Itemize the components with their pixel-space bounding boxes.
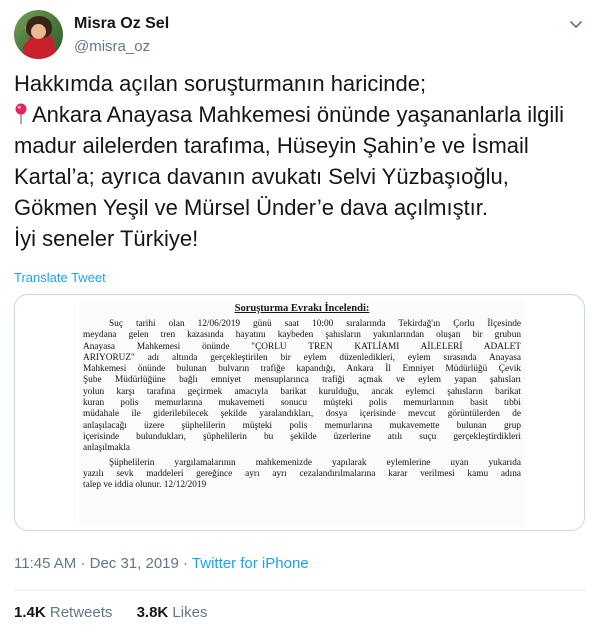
document-line: müdahale ile giderilebilecek şekilde yar…	[83, 409, 521, 420]
avatar-shirt	[23, 39, 55, 59]
likes-stat[interactable]: 3.8K Likes	[137, 604, 208, 621]
translate-tweet-link[interactable]: Translate Tweet	[14, 270, 106, 285]
pushpin-icon	[15, 103, 27, 124]
tweet-line: Gökmen Yeşil ve Mürsel Ünder’e dava açıl…	[14, 195, 489, 220]
document-line: yolun karşı tarafına geçirmek amacıyla b…	[83, 386, 521, 397]
document-line: ARIYORUZ" adı altında gerçekleştirilen b…	[83, 352, 521, 363]
meta-separator: ·	[80, 555, 86, 572]
document-body: Suç tarihi olan 12/06/2019 günü saat 10:…	[83, 319, 521, 491]
tweet-source-link[interactable]: Twitter for iPhone	[192, 555, 309, 572]
attached-image[interactable]: Soruşturma Evrakı İncelendi: Suç tarihi …	[14, 294, 585, 531]
document-scan: Soruşturma Evrakı İncelendi: Suç tarihi …	[79, 301, 525, 525]
retweets-count: 1.4K	[14, 604, 46, 621]
document-line: içerisinde bulundukları, şüphelilerin bu…	[83, 431, 521, 442]
document-line: Şube Müdürlüğüne bağlı emniyet mensuplar…	[83, 375, 521, 386]
tweet-line: madur ailelerden tarafıma, Hüseyin Şahin…	[14, 133, 529, 158]
document-line: meydana gelen tren kazasında hayatını ka…	[83, 330, 521, 341]
tweet-date[interactable]: Dec 31, 2019	[90, 555, 179, 572]
document-line: Anayasa Mahkemesi önünde "ÇORLU TREN KAT…	[83, 341, 521, 352]
avatar[interactable]	[14, 10, 63, 59]
retweets-stat[interactable]: 1.4K Retweets	[14, 604, 112, 621]
document-line: talep ve iddia olunur. 12/12/2019	[83, 480, 207, 491]
document-line: Suç tarihi olan 12/06/2019 günü saat 10:…	[109, 319, 521, 329]
document-title: Soruşturma Evrakı İncelendi:	[234, 303, 370, 314]
author-display-name[interactable]: Misra Oz Sel	[74, 15, 169, 33]
document-line: kuran polis memurlarına mukavemeti sonuc…	[83, 398, 521, 409]
meta-separator: ·	[183, 555, 189, 572]
likes-label: Likes	[172, 604, 208, 621]
tweet-line-with-pin: Ankara Anayasa Mahkemesi önünde yaşananl…	[14, 99, 586, 130]
tweet-line: Hakkımda açılan soruşturmanın haricinde;	[14, 71, 427, 96]
divider	[14, 590, 586, 591]
tweet-text: Hakkımda açılan soruşturmanın haricinde;…	[14, 68, 586, 254]
author-handle[interactable]: @misra_oz	[74, 38, 150, 55]
tweet-stats: 1.4K Retweets 3.8K Likes	[14, 604, 207, 621]
tweet-line: İyi seneler Türkiye!	[14, 226, 199, 251]
tweet-line: Kartal’a; ayrıca davanın avukatı Selvi Y…	[14, 164, 509, 189]
document-line: Şüphelilerin yargılamalarının mahkemeniz…	[109, 457, 521, 468]
document-line: anlaşılmakla	[83, 443, 130, 454]
avatar-face	[31, 24, 46, 39]
tweet-time[interactable]: 11:45 AM	[14, 555, 76, 572]
chevron-down-icon[interactable]	[566, 14, 586, 34]
retweets-label: Retweets	[49, 604, 113, 621]
document-line: anlaşılacağı üzere şüphelilerin müşteki …	[83, 420, 521, 431]
likes-count: 3.8K	[136, 604, 169, 621]
document-line: yazılı sevk maddeleri gereğince ayrı ayr…	[83, 468, 521, 479]
tweet-header: Misra Oz Sel @misra_oz	[14, 10, 586, 60]
document-line: Mahkemesi önünde bulunan bulvarın trafiğ…	[83, 364, 521, 375]
tweet-metadata: 11:45 AM · Dec 31, 2019 · Twitter for iP…	[14, 555, 309, 572]
tweet-line: Ankara Anayasa Mahkemesi önünde yaşananl…	[32, 102, 564, 127]
